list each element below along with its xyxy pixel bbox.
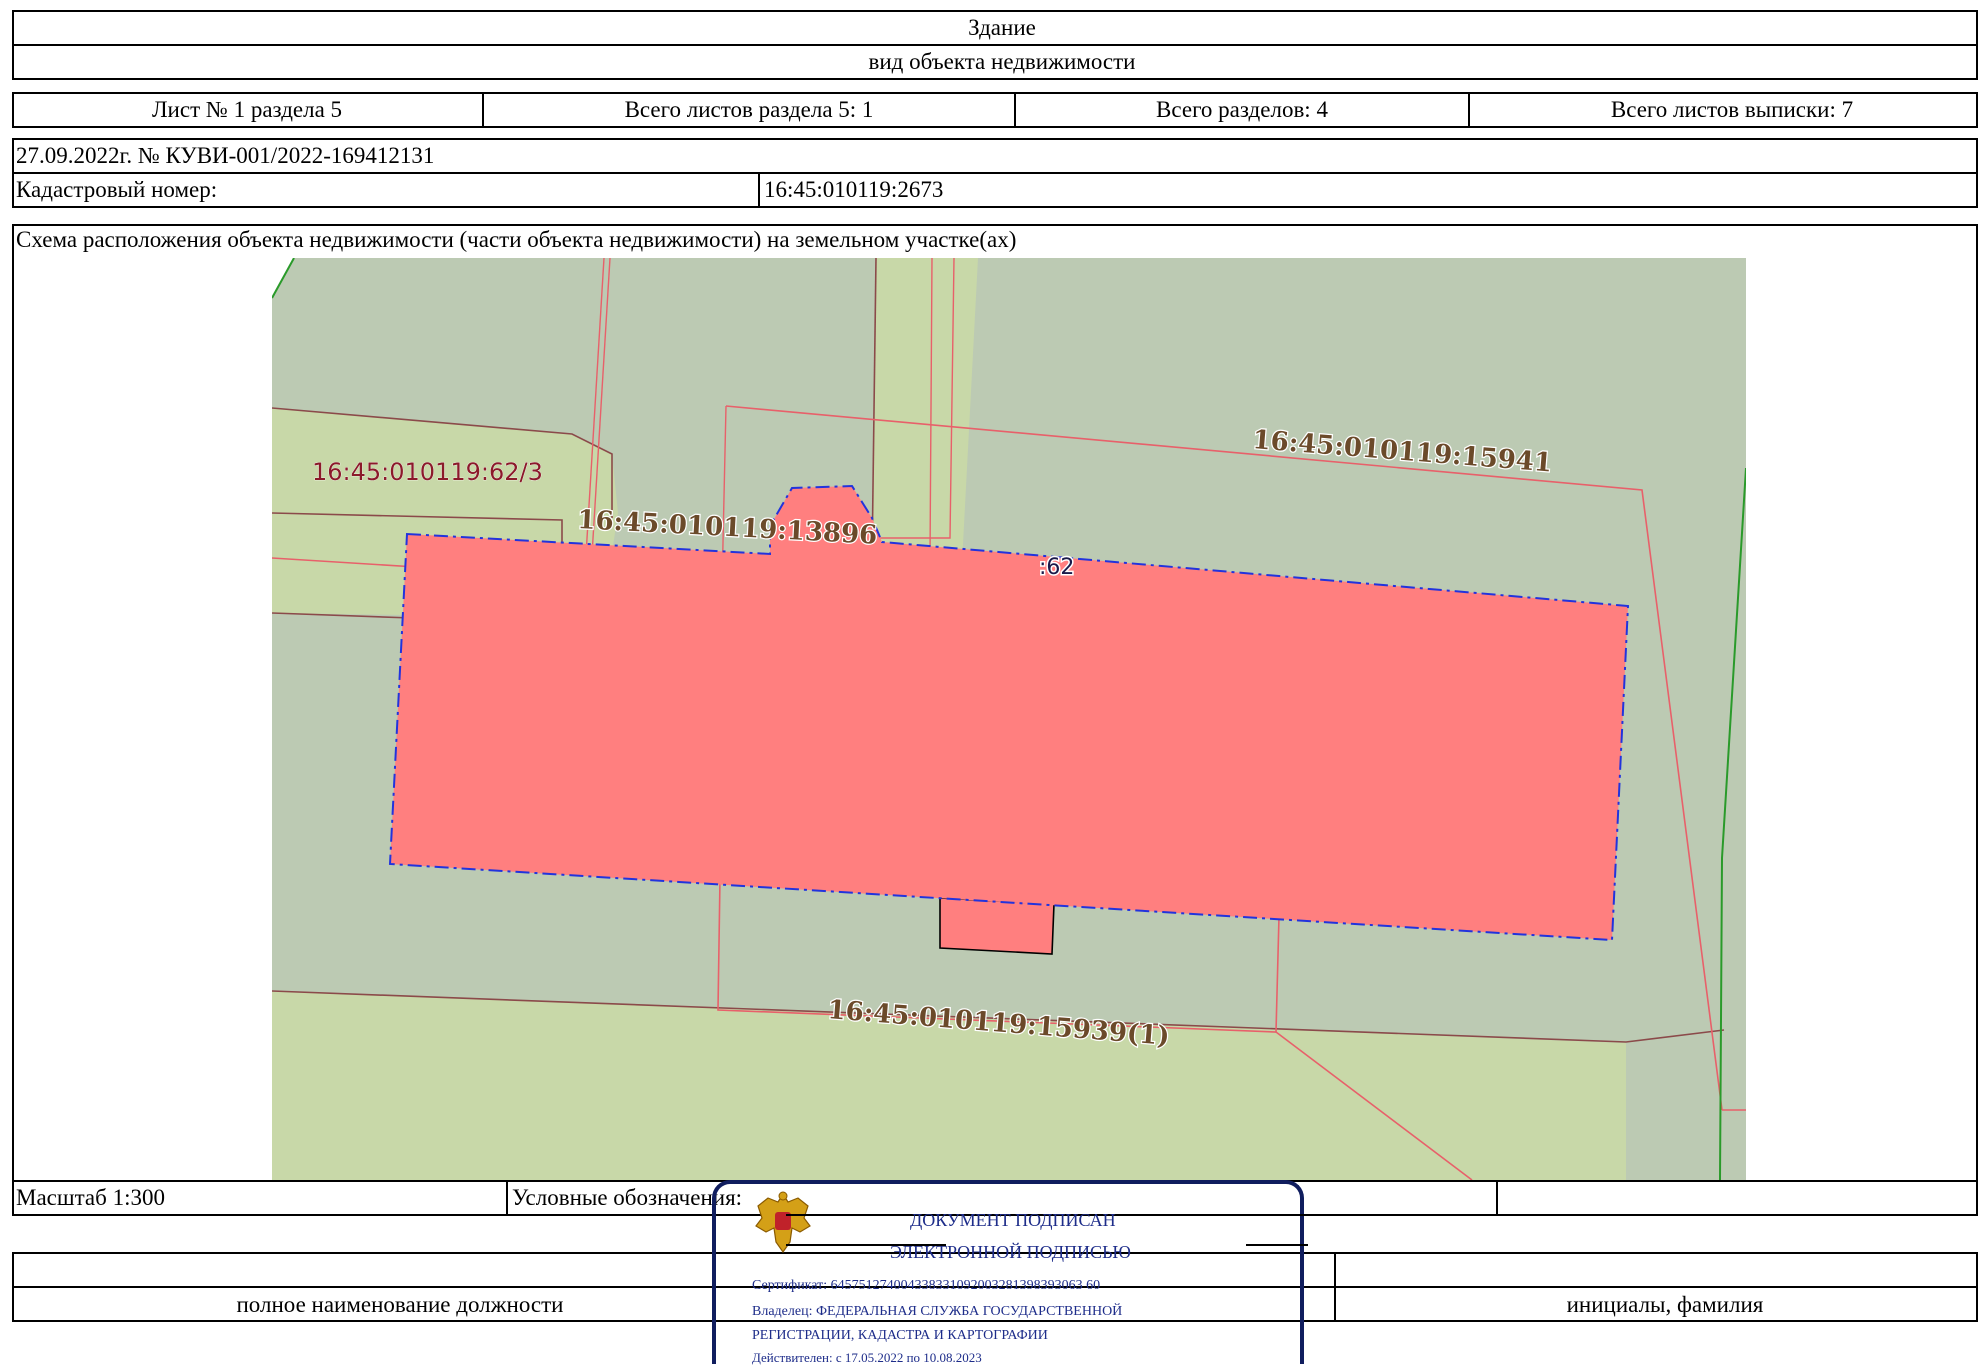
stamp-line-2: ЭЛЕКТРОННОЙ ПОДПИСЬЮ (890, 1242, 1131, 1262)
divider (506, 1180, 508, 1216)
sections-total: Всего разделов: 4 (1156, 97, 1328, 122)
stamp-rule (1246, 1214, 1308, 1216)
cadastral-number: 16:45:010119:2673 (764, 177, 944, 202)
double-headed-eagle-icon (755, 1191, 811, 1254)
parcel-label-62: :62 (1039, 555, 1074, 580)
position-caption: полное наименование должности (236, 1292, 564, 1317)
cadastral-map: 16:45:010119:62/3 16:45:010119:13896 16:… (272, 258, 1746, 1180)
stamp-owner-1: Владелец: ФЕДЕРАЛЬНАЯ СЛУЖБА ГОСУДАРСТВЕ… (752, 1304, 1123, 1319)
green-strip-vertical (872, 258, 978, 563)
legend-text: Условные обозначения: (512, 1185, 743, 1210)
document-date-number: 27.09.2022г. № КУВИ-001/2022-169412131 (16, 143, 435, 168)
building-annex (939, 897, 1055, 955)
divider (1496, 1180, 1498, 1216)
name-caption: инициалы, фамилия (1566, 1292, 1764, 1317)
stamp-line-1: ДОКУМЕНТ ПОДПИСАН (910, 1210, 1116, 1230)
scheme-title: Схема расположения объекта недвижимости … (16, 227, 1017, 252)
object-type: Здание (968, 15, 1036, 40)
sheets-in-section: Всего листов раздела 5: 1 (624, 97, 874, 122)
parcel-label-62-3: 16:45:010119:62/3 (312, 458, 543, 486)
object-type-caption: вид объекта недвижимости (868, 49, 1136, 74)
stamp-rule (1246, 1244, 1308, 1246)
sheet-number: Лист № 1 раздела 5 (151, 97, 343, 122)
sheets-total: Всего листов выписки: 7 (1610, 97, 1854, 122)
divider (758, 172, 760, 208)
stamp-certificate: Сертификат: 6457512740043383310920032813… (752, 1278, 1101, 1293)
cadastral-label: Кадастровый номер: (16, 177, 218, 202)
cadastral-row (12, 172, 1978, 208)
scale-text: Масштаб 1:300 (16, 1185, 165, 1210)
stamp-owner-2: РЕГИСТРАЦИИ, КАДАСТРА И КАРТОГРАФИИ (752, 1328, 1048, 1343)
electronic-signature-stamp: ДОКУМЕНТ ПОДПИСАН ЭЛЕКТРОННОЙ ПОДПИСЬЮ С… (712, 1180, 1308, 1365)
